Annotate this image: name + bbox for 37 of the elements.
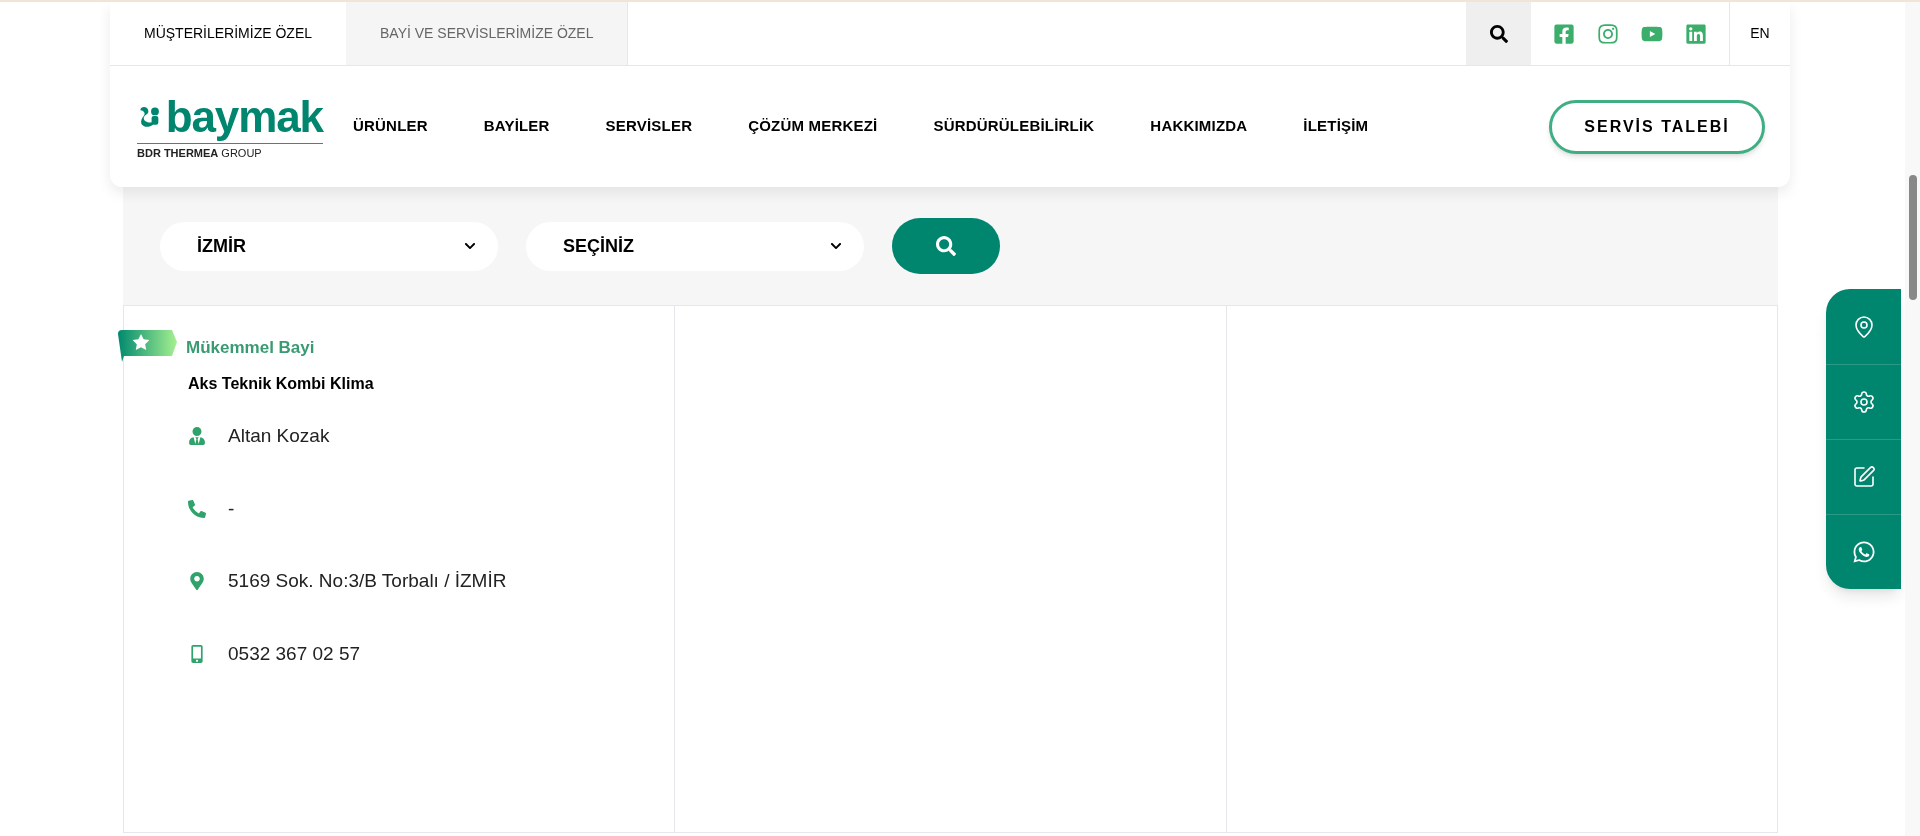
facebook-icon[interactable]: [1553, 22, 1575, 45]
gear-icon: [1851, 390, 1876, 414]
person-icon: [188, 427, 206, 446]
nav-link[interactable]: ÜRÜNLER: [353, 115, 428, 138]
nav-link[interactable]: İLETİŞİM: [1303, 115, 1369, 138]
mobile-phone-icon: [188, 644, 206, 663]
city-select[interactable]: İZMİR: [160, 221, 498, 271]
search-icon: [936, 236, 956, 256]
chevron-down-icon: [464, 240, 476, 252]
chevron-down-icon: [830, 240, 842, 252]
edit-icon: [1851, 465, 1876, 489]
audience-tab[interactable]: MÜŞTERİLERİMİZE ÖZEL: [110, 2, 347, 65]
contact-detail: -: [228, 496, 235, 521]
service-request-button[interactable]: SERVİS TALEBİ: [1549, 99, 1765, 154]
whatsapp-icon: [1851, 540, 1876, 564]
search-button[interactable]: [1466, 2, 1531, 65]
contact-detail: 0532 367 02 57: [228, 641, 361, 666]
instagram-icon[interactable]: [1597, 22, 1619, 45]
location-pin-icon: [188, 572, 206, 591]
contact-detail: Altan Kozak: [228, 424, 330, 448]
dealer-name: Aks Teknik Kombi Klima: [188, 374, 375, 394]
phone-icon: [188, 499, 206, 518]
logo-wordmark: baymak: [165, 94, 323, 139]
contact-detail: 5169 Sok. No:3/B Torbalı / İZMİR: [228, 569, 507, 593]
language-link[interactable]: EN: [1730, 2, 1790, 65]
city-select[interactable]: SEÇİNİZ: [526, 221, 864, 271]
dealer-rating-label: Mükemmel Bayi: [186, 337, 315, 360]
search-icon: [1489, 24, 1508, 43]
nav-link[interactable]: SÜRDÜRÜLEBİLİRLİK: [933, 115, 1095, 138]
nav-link[interactable]: SERVİSLER: [605, 115, 693, 138]
logo-tagline: BDR THERMEA GROUP: [137, 142, 323, 159]
scrollbar-thumb[interactable]: [1909, 175, 1917, 300]
audience-tab[interactable]: BAYİ VE SERVİSLERİMİZE ÖZEL: [346, 2, 629, 65]
nav-link[interactable]: HAKKIMIZDA: [1150, 115, 1248, 138]
linkedin-icon[interactable]: [1685, 22, 1707, 45]
nav-link[interactable]: ÇÖZÜM MERKEZİ: [748, 115, 878, 138]
nav-link[interactable]: BAYİLER: [483, 115, 550, 138]
